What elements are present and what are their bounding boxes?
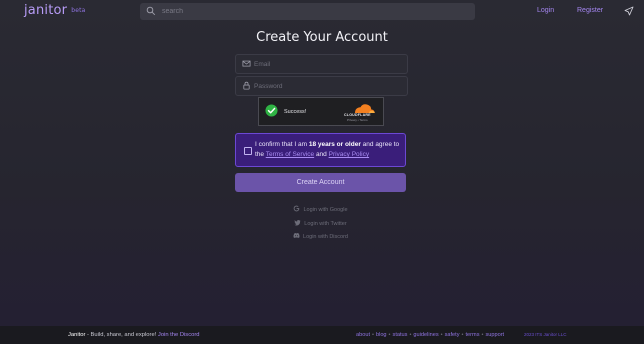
footer-link-safety[interactable]: safety (445, 332, 460, 338)
privacy-policy-link[interactable]: Privacy Policy (329, 151, 369, 158)
footer: Janitor - Build, share, and explore! Joi… (0, 326, 644, 344)
footer-link-guidelines[interactable]: guidelines (413, 332, 438, 338)
page-title: Create Your Account (256, 30, 388, 45)
discord-icon (293, 233, 300, 239)
register-link[interactable]: Register (577, 7, 603, 14)
confirm-age: 18 years or older (308, 141, 361, 148)
search-input[interactable] (158, 3, 462, 20)
mail-icon (242, 60, 251, 67)
google-label: Login with Google (303, 207, 348, 213)
logo-text[interactable]: janitor (24, 3, 67, 18)
beta-badge: beta (71, 7, 86, 14)
footer-copyright: 2023 ITS Janitor LLC (524, 332, 567, 337)
top-bar: janitor beta Login Register (0, 0, 644, 24)
password-field[interactable] (235, 76, 408, 96)
confirm-checkbox[interactable] (244, 147, 252, 155)
captcha-status: Success! (284, 109, 307, 115)
footer-brand: Janitor (68, 332, 86, 338)
footer-tagline: Janitor - Build, share, and explore! Joi… (68, 332, 200, 338)
footer-link-terms[interactable]: terms (466, 332, 480, 338)
send-icon[interactable] (624, 6, 634, 16)
confirm-prefix: I confirm that I am (255, 141, 309, 148)
login-with-twitter-button[interactable]: Login with Twitter (235, 218, 406, 231)
footer-links: about • blog • status • guidelines • safety • term… (356, 332, 505, 338)
footer-link-about[interactable]: about (356, 332, 370, 338)
logo[interactable]: janitor beta (24, 3, 86, 18)
email-input[interactable] (254, 55, 402, 73)
password-input[interactable] (254, 77, 402, 95)
discord-label: Login with Discord (303, 234, 348, 240)
google-icon (294, 205, 300, 212)
join-discord-link[interactable]: Join the Discord (158, 332, 200, 338)
lock-icon (243, 81, 250, 90)
age-terms-confirmation[interactable]: I confirm that I am 18 years or older an… (235, 133, 406, 167)
footer-link-status[interactable]: status (393, 332, 408, 338)
footer-link-support[interactable]: support (485, 332, 504, 338)
success-check-icon (265, 104, 278, 117)
cloudflare-wordmark: CLOUDFLARE (344, 113, 371, 117)
twitter-label: Login with Twitter (304, 221, 347, 227)
login-with-discord-button[interactable]: Login with Discord (235, 231, 406, 244)
twitter-icon (294, 219, 301, 226)
login-with-google-button[interactable]: Login with Google (235, 204, 406, 217)
login-link[interactable]: Login (537, 7, 554, 14)
search-bar[interactable] (140, 3, 475, 20)
search-icon (146, 6, 156, 16)
captcha-widget[interactable]: Success! CLOUDFLARE Privacy • Terms (258, 97, 384, 126)
create-account-button[interactable]: Create Account (235, 173, 406, 192)
footer-tagline-text: - Build, share, and explore! (85, 332, 158, 338)
confirm-text: I confirm that I am 18 years or older an… (255, 140, 403, 160)
footer-link-blog[interactable]: blog (376, 332, 387, 338)
confirm-and: and (314, 151, 329, 158)
email-field[interactable] (235, 54, 408, 74)
terms-of-service-link[interactable]: Terms of Service (266, 151, 314, 158)
captcha-links[interactable]: Privacy • Terms (347, 118, 368, 122)
